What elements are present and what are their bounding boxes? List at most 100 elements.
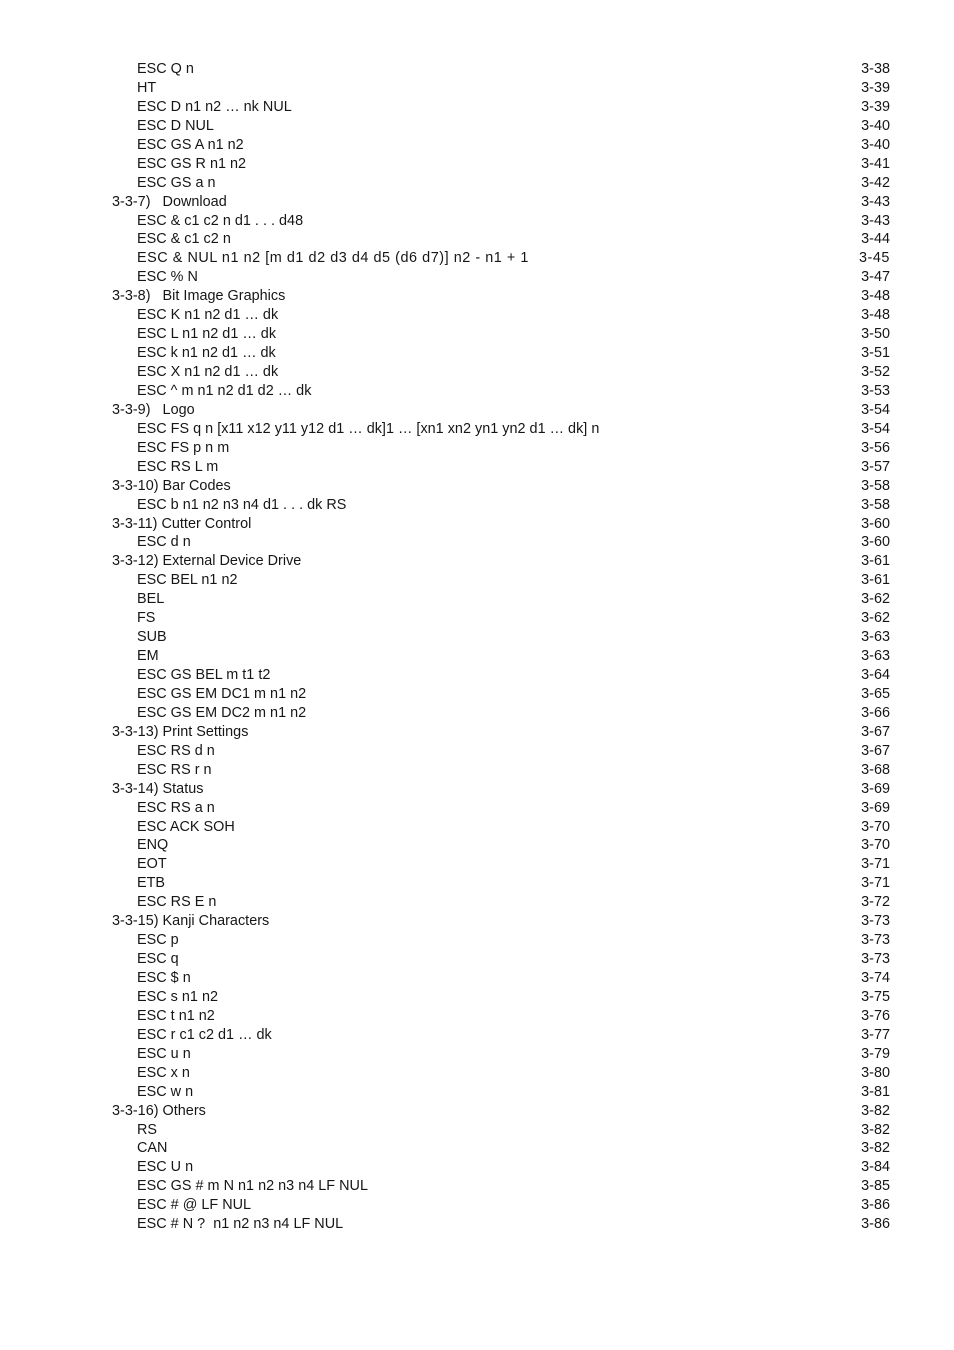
toc-entry-row[interactable]: ESC & c1 c2 n d1 . . . d48 3-43 xyxy=(112,212,890,231)
toc-entry-row[interactable]: ESC RS E n 3-72 xyxy=(112,893,890,912)
toc-entry-row[interactable]: ESC k n1 n2 d1 … dk 3-51 xyxy=(112,344,890,363)
toc-page-number: 3-61 xyxy=(861,553,890,570)
toc-entry-row[interactable]: ESC u n 3-79 xyxy=(112,1045,890,1064)
toc-entry-label: ESC GS R n1 n2 xyxy=(137,155,247,172)
toc-entry-row[interactable]: ESC BEL n1 n2 3-61 xyxy=(112,571,890,590)
toc-page-number: 3-80 xyxy=(861,1064,890,1081)
toc-section-row[interactable]: 3-3-15) Kanji Characters 3-73 xyxy=(112,912,890,931)
toc-entry-row[interactable]: ESC s n1 n2 3-75 xyxy=(112,988,890,1007)
toc-entry-row[interactable]: FS 3-62 xyxy=(112,609,890,628)
toc-entry-row[interactable]: ESC t n1 n2 3-76 xyxy=(112,1007,890,1026)
toc-page-number: 3-63 xyxy=(861,648,890,665)
toc-entry-row[interactable]: EOT 3-71 xyxy=(112,855,890,874)
toc-entry-row[interactable]: RS 3-82 xyxy=(112,1121,890,1140)
toc-entry-row[interactable]: ESC w n 3-81 xyxy=(112,1083,890,1102)
toc-page-number: 3-73 xyxy=(861,913,890,930)
toc-entry-row[interactable]: ESC ACK SOH 3-70 xyxy=(112,818,890,837)
toc-entry-label: ESC & c1 c2 n d1 . . . d48 xyxy=(137,212,304,229)
toc-entry-row[interactable]: ESC b n1 n2 n3 n4 d1 . . . dk RS 3-58 xyxy=(112,496,890,515)
toc-entry-row[interactable]: ESC RS d n 3-67 xyxy=(112,742,890,761)
toc-entry-row[interactable]: ESC & NUL n1 n2 [m d1 d2 d3 d4 d5 (d6 d7… xyxy=(112,249,890,268)
toc-entry-row[interactable]: ESC # N ? n1 n2 n3 n4 LF NUL 3-86 xyxy=(112,1215,890,1234)
toc-entry-row[interactable]: ESC GS BEL m t1 t2 3-64 xyxy=(112,666,890,685)
toc-entry-row[interactable]: ESC GS # m N n1 n2 n3 n4 LF NUL 3-85 xyxy=(112,1177,890,1196)
toc-entry-label: ESC u n xyxy=(137,1045,191,1062)
toc-entry-row[interactable]: ESC D n1 n2 … nk NUL 3-39 xyxy=(112,98,890,117)
toc-entry-row[interactable]: ESC $ n 3-74 xyxy=(112,969,890,988)
toc-entry-label: ESC FS p n m xyxy=(137,439,230,456)
toc-entry-row[interactable]: ESC GS EM DC2 m n1 n2 3-66 xyxy=(112,704,890,723)
toc-page-number: 3-79 xyxy=(861,1045,890,1062)
toc-entry-row[interactable]: ESC L n1 n2 d1 … dk 3-50 xyxy=(112,325,890,344)
toc-page-number: 3-71 xyxy=(861,856,890,873)
toc-entry-row[interactable]: ESC & c1 c2 n 3-44 xyxy=(112,230,890,249)
document-page: ESC Q n 3-38 HT 3-39 ESC D n1 n2 … nk NUL 3-3… xyxy=(0,0,954,1350)
toc-entry-row[interactable]: ENQ 3-70 xyxy=(112,836,890,855)
toc-entry-label: ESC RS r n xyxy=(137,761,212,778)
toc-entry-row[interactable]: ESC d n 3-60 xyxy=(112,533,890,552)
toc-entry-row[interactable]: ESC GS a n 3-42 xyxy=(112,174,890,193)
toc-section-row[interactable]: 3-3-10) Bar Codes 3-58 xyxy=(112,477,890,496)
toc-entry-row[interactable]: ESC D NUL 3-40 xyxy=(112,117,890,136)
toc-entry-label: 3-3-15) Kanji Characters xyxy=(112,913,270,930)
toc-entry-row[interactable]: ESC K n1 n2 d1 … dk 3-48 xyxy=(112,306,890,325)
toc-entry-label: 3-3-9) Logo xyxy=(112,401,195,418)
toc-entry-label: ESC r c1 c2 d1 … dk xyxy=(137,1026,272,1043)
toc-entry-row[interactable]: ESC GS R n1 n2 3-41 xyxy=(112,155,890,174)
toc-page-number: 3-48 xyxy=(861,307,890,324)
toc-page-number: 3-52 xyxy=(861,364,890,380)
toc-entry-row[interactable]: ESC RS a n 3-69 xyxy=(112,799,890,818)
toc-page-number: 3-85 xyxy=(861,1178,890,1195)
toc-page-number: 3-71 xyxy=(861,875,890,892)
toc-entry-label: ESC ACK SOH xyxy=(137,818,235,835)
toc-entry-row[interactable]: ESC Q n 3-38 xyxy=(112,60,890,79)
toc-section-row[interactable]: 3-3-7) Download 3-43 xyxy=(112,193,890,212)
toc-section-row[interactable]: 3-3-14) Status 3-69 xyxy=(112,780,890,799)
toc-entry-row[interactable]: ESC FS p n m 3-56 xyxy=(112,439,890,458)
toc-entry-row[interactable]: ESC p 3-73 xyxy=(112,931,890,950)
toc-entry-label: ESC # N ? n1 n2 n3 n4 LF NUL xyxy=(137,1216,344,1233)
toc-entry-label: ESC & NUL n1 n2 [m d1 d2 d3 d4 d5 (d6 d7… xyxy=(137,250,529,267)
toc-section-row[interactable]: 3-3-8) Bit Image Graphics 3-48 xyxy=(112,287,890,306)
toc-entry-label: ESC RS a n xyxy=(137,799,215,816)
toc-entry-row[interactable]: ESC # @ LF NUL 3-86 xyxy=(112,1196,890,1215)
toc-entry-row[interactable]: BEL 3-62 xyxy=(112,590,890,609)
toc-section-row[interactable]: 3-3-12) External Device Drive 3-61 xyxy=(112,552,890,571)
toc-entry-row[interactable]: ESC FS q n [x11 x12 y11 y12 d1 … dk]1 … … xyxy=(112,420,890,439)
toc-page-number: 3-69 xyxy=(861,799,890,816)
toc-page-number: 3-45 xyxy=(858,250,890,267)
toc-section-row[interactable]: 3-3-9) Logo 3-54 xyxy=(112,401,890,420)
toc-entry-row[interactable]: ESC ^ m n1 n2 d1 d2 … dk 3-53 xyxy=(112,382,890,401)
toc-entry-label: ESC GS BEL m t1 t2 xyxy=(137,667,271,683)
toc-page-number: 3-66 xyxy=(861,704,890,721)
toc-entry-row[interactable]: HT 3-39 xyxy=(112,79,890,98)
toc-entry-row[interactable]: ESC U n 3-84 xyxy=(112,1158,890,1177)
toc-entry-label: ESC b n1 n2 n3 n4 d1 . . . dk RS xyxy=(137,496,347,513)
toc-entry-row[interactable]: ESC RS L m 3-57 xyxy=(112,458,890,477)
toc-entry-row[interactable]: ETB 3-71 xyxy=(112,874,890,893)
toc-entry-label: ESC $ n xyxy=(137,970,191,986)
toc-entry-row[interactable]: EM 3-63 xyxy=(112,647,890,666)
toc-page-number: 3-76 xyxy=(861,1007,890,1024)
toc-entry-row[interactable]: ESC GS A n1 n2 3-40 xyxy=(112,136,890,155)
toc-entry-label: ETB xyxy=(137,875,166,892)
toc-entry-row[interactable]: ESC r c1 c2 d1 … dk 3-77 xyxy=(112,1026,890,1045)
toc-section-row[interactable]: 3-3-16) Others 3-82 xyxy=(112,1102,890,1121)
toc-entry-label: 3-3-10) Bar Codes xyxy=(112,477,231,494)
toc-entry-row[interactable]: CAN 3-82 xyxy=(112,1139,890,1158)
toc-section-row[interactable]: 3-3-13) Print Settings 3-67 xyxy=(112,723,890,742)
toc-entry-label: ESC k n1 n2 d1 … dk xyxy=(137,345,276,362)
toc-entry-row[interactable]: ESC q 3-73 xyxy=(112,950,890,969)
toc-entry-row[interactable]: ESC x n 3-80 xyxy=(112,1064,890,1083)
toc-entry-row[interactable]: ESC % N 3-47 xyxy=(112,268,890,287)
toc-page-number: 3-86 xyxy=(861,1216,890,1233)
toc-page-number: 3-51 xyxy=(861,345,890,362)
toc-entry-label: ESC GS EM DC2 m n1 n2 xyxy=(137,704,307,721)
toc-entry-row[interactable]: ESC GS EM DC1 m n1 n2 3-65 xyxy=(112,685,890,704)
toc-entry-row[interactable]: SUB 3-63 xyxy=(112,628,890,647)
toc-page-number: 3-67 xyxy=(861,742,890,759)
toc-entry-label: ESC ^ m n1 n2 d1 d2 … dk xyxy=(137,382,312,399)
toc-section-row[interactable]: 3-3-11) Cutter Control 3-60 xyxy=(112,515,890,534)
toc-entry-row[interactable]: ESC RS r n 3-68 xyxy=(112,761,890,780)
toc-entry-row[interactable]: ESC X n1 n2 d1 … dk 3-52 xyxy=(112,363,890,382)
